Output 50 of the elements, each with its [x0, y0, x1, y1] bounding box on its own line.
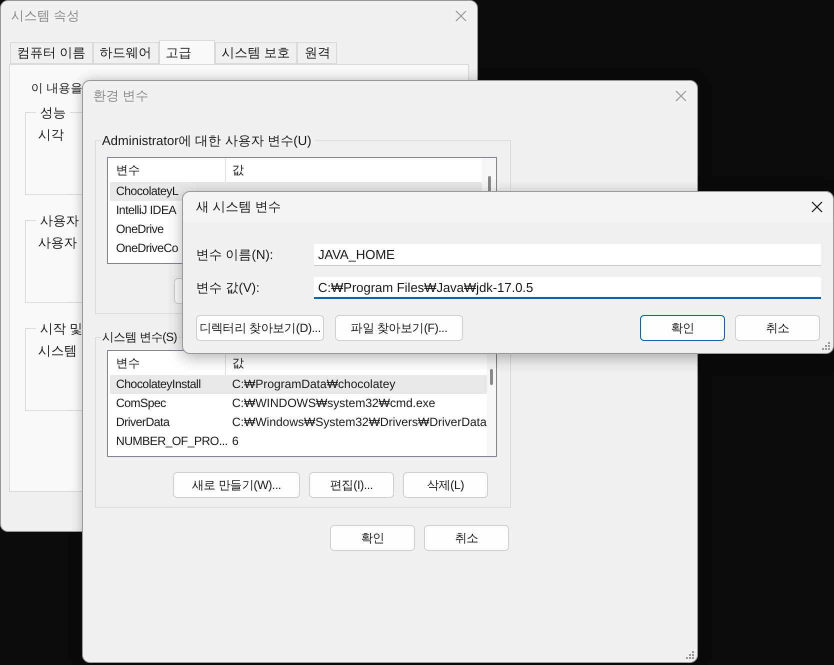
resize-grip-icon[interactable]: [821, 341, 830, 350]
close-icon[interactable]: [811, 201, 823, 213]
input-field[interactable]: C:₩Program Files₩Java₩jdk-17.0.5: [314, 277, 821, 299]
resize-grip-icon[interactable]: [685, 650, 694, 659]
variable-name: NUMBER_OF_PRO...: [116, 433, 228, 450]
tab[interactable]: 하드웨어: [92, 42, 159, 64]
variable-value: C:₩WINDOWS₩system32₩cmd.exe: [231, 395, 436, 412]
variable-name: ChocolateyInstall: [116, 376, 201, 393]
group-title: 성능: [39, 104, 67, 122]
intro-text: 이 내용을: [31, 80, 82, 97]
tab[interactable]: 컴퓨터 이름: [10, 42, 93, 64]
button[interactable]: 새로 만들기(W)...: [173, 472, 300, 498]
variable-value: 6: [231, 433, 239, 450]
list-row[interactable]: NUMBER_OF_PRO... 6: [110, 432, 487, 451]
variable-name: ChocolateyL: [116, 182, 178, 200]
list-row[interactable]: ChocolateyInstall C:₩ProgramData₩chocolatey: [110, 375, 487, 394]
window-title: 시스템 속성: [11, 7, 80, 26]
group-text: 시스템: [37, 342, 77, 358]
variable-value: C:₩Windows₩System32₩Drivers₩DriverData: [231, 414, 487, 431]
button[interactable]: 확인: [330, 525, 415, 551]
tab[interactable]: 시스템 보호: [214, 42, 298, 64]
button[interactable]: 디렉터리 찾아보기(D)...: [196, 315, 324, 341]
list-row[interactable]: DriverData C:₩Windows₩System32₩Drivers₩DriverData: [110, 413, 487, 432]
input-field[interactable]: JAVA_HOME: [314, 244, 821, 266]
button[interactable]: 파일 찾아보기(F)...: [335, 315, 463, 341]
field-label: 변수 이름(N):: [196, 246, 274, 264]
group-title: 시스템 변수(S): [101, 329, 178, 346]
window-title: 환경 변수: [93, 87, 149, 106]
field-label: 변수 값(V):: [196, 279, 261, 298]
button[interactable]: 삭제(L): [403, 472, 488, 498]
variable-name: OneDrive: [116, 220, 164, 238]
button[interactable]: 취소: [735, 315, 820, 341]
tab[interactable]: 원격: [297, 42, 338, 64]
variable-name: DriverData: [116, 414, 170, 431]
variable-value: C:₩ProgramData₩chocolatey: [231, 376, 396, 393]
window-title: 새 시스템 변수: [196, 198, 282, 216]
group-title: 사용자: [39, 212, 80, 230]
scrollbar[interactable]: [486, 351, 496, 456]
group-text: 사용자: [37, 234, 77, 250]
group-title: 시작 및: [39, 320, 84, 338]
group-text: 시각: [37, 126, 64, 142]
variable-name: ComSpec: [116, 395, 166, 412]
column-header[interactable]: 값: [226, 158, 482, 182]
button[interactable]: 취소: [424, 525, 509, 551]
button[interactable]: 편집(I)...: [309, 472, 394, 498]
column-header[interactable]: 값: [226, 351, 487, 375]
tab[interactable]: 고급: [158, 40, 215, 64]
list-row[interactable]: ComSpec C:₩WINDOWS₩system32₩cmd.exe: [110, 394, 487, 413]
button[interactable]: 확인: [640, 315, 725, 341]
group-title: Administrator에 대한 사용자 변수(U): [101, 132, 312, 150]
